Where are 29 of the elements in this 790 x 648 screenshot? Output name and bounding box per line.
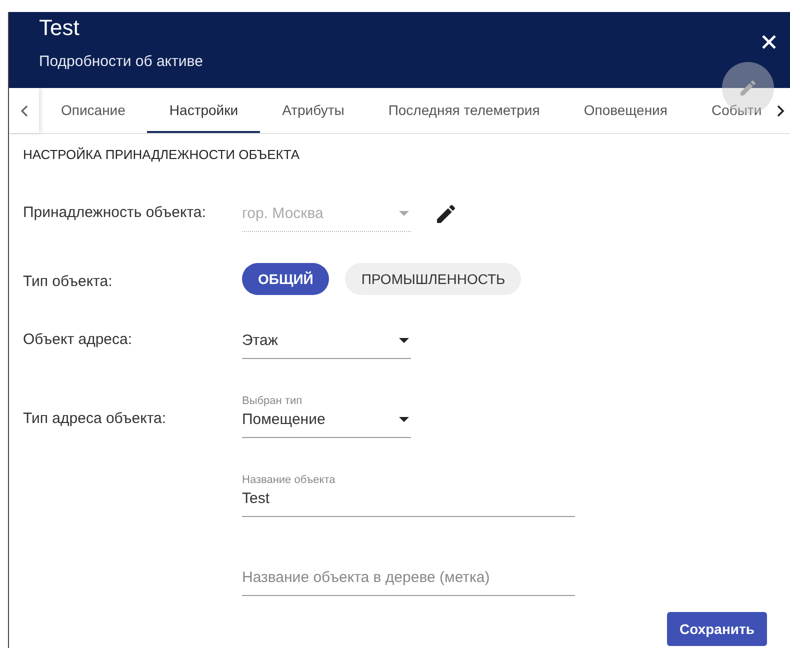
chevron-left-icon[interactable]	[20, 104, 28, 116]
chip[interactable]: ПРОМЫШЛЕННОСТЬ	[345, 263, 522, 295]
floating-label: Выбран тип	[242, 394, 304, 408]
input-field[interactable]: Название объекта Test	[242, 473, 575, 517]
field-label: Тип объекта:	[23, 272, 112, 292]
caret-icon	[399, 338, 409, 342]
tab[interactable]: Атрибуты	[260, 88, 366, 133]
tab[interactable]: Описание	[39, 88, 148, 133]
chip[interactable]: ОБЩИЙ	[242, 263, 330, 295]
dialog-subtitle: Подробности об активе	[39, 53, 203, 70]
select-field[interactable]: Выбран тип Помещение	[242, 394, 411, 438]
floating-label: Название объекта	[242, 473, 336, 487]
tab[interactable]: Настройки	[147, 88, 260, 133]
section-title: НАСТРОЙКА ПРИНАДЛЕЖНОСТИ ОБЪЕКТА	[23, 146, 300, 164]
chevron-right-icon[interactable]	[777, 104, 785, 116]
close-icon[interactable]	[762, 35, 776, 49]
tab[interactable]: Оповещения	[562, 88, 690, 133]
caret-icon	[399, 210, 409, 216]
tab[interactable]: Событи	[689, 88, 772, 133]
input-field[interactable]: Название объекта в дереве (метка)	[242, 552, 575, 596]
tab[interactable]: Последняя телеметрия	[366, 88, 562, 133]
field-label: Объект адреса:	[23, 330, 132, 350]
save-button[interactable]: Сохранить	[667, 612, 767, 646]
dialog-title: Test	[39, 16, 80, 40]
field-label: Тип адреса объекта:	[23, 409, 166, 429]
pencil-icon	[738, 78, 758, 98]
select-field[interactable]: Этаж	[242, 315, 411, 359]
caret-icon	[399, 416, 409, 422]
field-label: Принадлежность объекта:	[23, 203, 206, 223]
